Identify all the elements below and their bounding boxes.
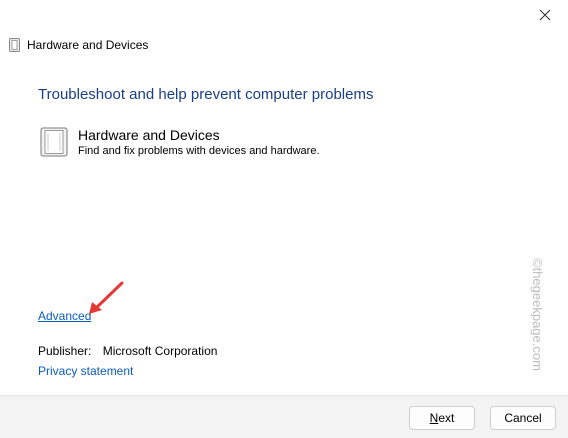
publisher-value: Microsoft Corporation — [102, 344, 218, 358]
item-title: Hardware and Devices — [78, 127, 220, 143]
publisher-info: Publisher: Microsoft Corporation — [38, 344, 217, 358]
item-description: Find and fix problems with devices and h… — [78, 145, 320, 157]
close-icon — [539, 9, 551, 21]
troubleshooter-item: Hardware and Devices Find and fix proble… — [38, 127, 320, 159]
privacy-statement-link[interactable]: Privacy statement — [38, 364, 133, 378]
advanced-link[interactable]: Advanced — [38, 309, 91, 323]
troubleshooter-window: Hardware and Devices Troubleshoot and he… — [0, 0, 568, 438]
page-heading: Troubleshoot and help prevent computer p… — [38, 86, 374, 103]
cancel-button-label: Cancel — [504, 411, 542, 425]
window-title: Hardware and Devices — [27, 38, 149, 52]
hardware-device-icon — [40, 127, 68, 157]
publisher-label: Publisher: — [38, 344, 92, 358]
next-button[interactable]: Next — [409, 406, 475, 430]
hardware-device-icon — [9, 38, 20, 52]
watermark: ©thegeekpage.com — [530, 258, 545, 371]
cancel-button[interactable]: Cancel — [490, 406, 556, 430]
close-button[interactable] — [522, 0, 568, 30]
annotation-arrow-icon — [89, 281, 124, 314]
window-titlebar: Hardware and Devices — [8, 36, 148, 54]
dialog-footer: Next Cancel — [0, 395, 568, 438]
next-button-label: Next — [429, 411, 455, 425]
